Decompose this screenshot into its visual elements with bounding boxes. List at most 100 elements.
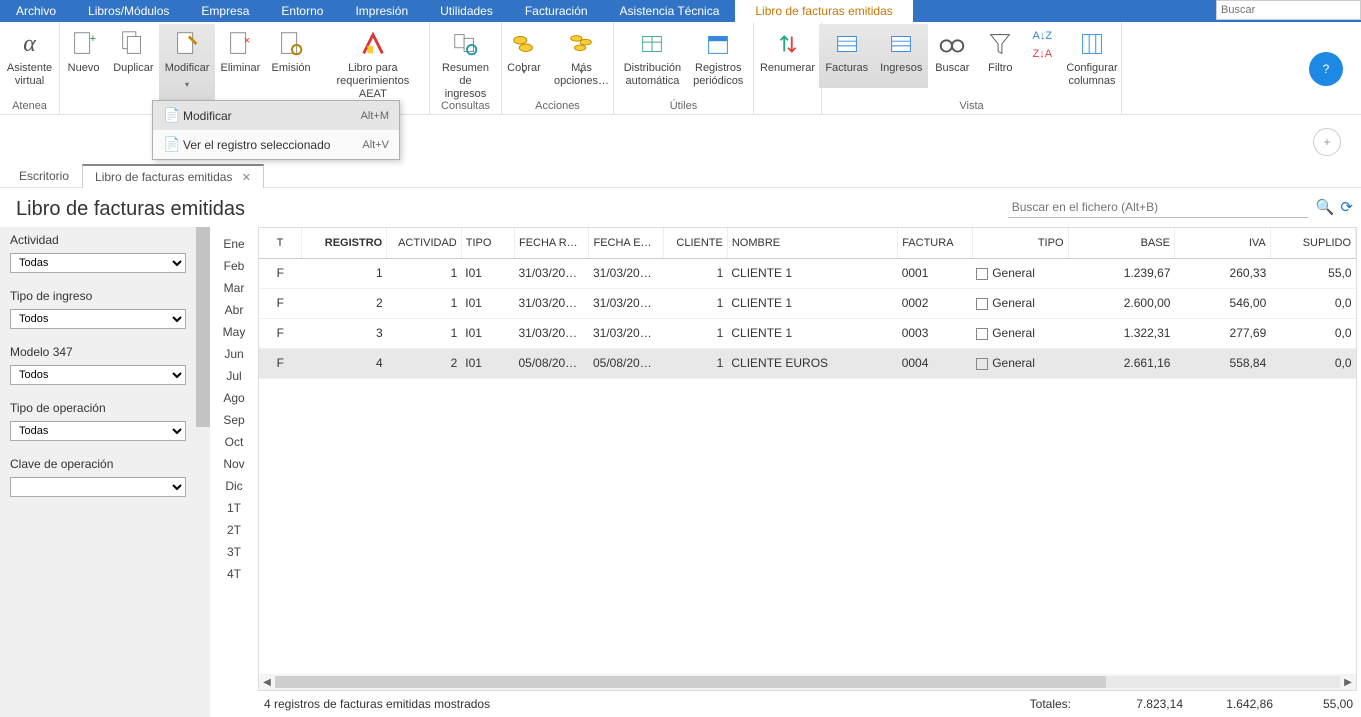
col-tipo2[interactable]: TIPO [972,228,1068,258]
cell-base: 2.661,16 [1068,348,1174,378]
add-button[interactable]: + [1313,128,1341,156]
main-area: T REGISTRO ACTIVIDAD TIPO FECHA R… FECHA… [258,227,1361,717]
table-row[interactable]: F31I0131/03/20…31/03/20…1CLIENTE 10003Ge… [259,318,1356,348]
menu-impresion[interactable]: Impresión [339,0,424,22]
quarter-4t[interactable]: 4T [227,567,241,581]
col-fecha-r[interactable]: FECHA R… [514,228,589,258]
status-text: 4 registros de facturas emitidas mostrad… [258,697,1030,711]
dropdown-ver-registro[interactable]: 📄 Ver el registro seleccionado Alt+V [153,130,399,159]
libro-requerimientos-button[interactable]: Libro para requerimientos AEAT [316,24,429,101]
ingresos-view-button[interactable]: Ingresos [874,24,928,88]
totals-label: Totales: [1030,697,1091,711]
filter-scrollbar[interactable] [196,227,210,427]
emision-button[interactable]: Emisión [266,24,316,101]
month-oct[interactable]: Oct [225,435,244,449]
search-in-file-row: 🔍 ⟳ [961,196,1361,224]
menu-libro-facturas-emitidas[interactable]: Libro de facturas emitidas [735,0,912,22]
table-row[interactable]: F11I0131/03/20…31/03/20…1CLIENTE 10001Ge… [259,258,1356,288]
checkbox-icon[interactable] [976,328,988,340]
scroll-right-icon[interactable]: ▶ [1340,677,1356,688]
col-tipo[interactable]: TIPO [461,228,514,258]
menu-empresa[interactable]: Empresa [185,0,265,22]
tab-escritorio[interactable]: Escritorio [6,164,82,187]
month-jul[interactable]: Jul [226,369,241,383]
asistente-virtual-button[interactable]: α Asistente virtual [1,24,58,88]
scroll-left-icon[interactable]: ◀ [259,677,275,688]
sort-az-button[interactable]: A↓Z Z↓A [1024,24,1060,88]
month-abr[interactable]: Abr [225,303,244,317]
close-icon[interactable]: ✕ [242,172,251,184]
col-base[interactable]: BASE [1068,228,1174,258]
tab-libro-facturas[interactable]: Libro de facturas emitidas ✕ [82,164,264,188]
filter-tipo-operacion-select[interactable]: Todas [10,421,186,441]
menu-entorno[interactable]: Entorno [265,0,339,22]
month-ago[interactable]: Ago [223,391,244,405]
quarter-3t[interactable]: 3T [227,545,241,559]
cobrar-button[interactable]: Cobrar ▾ [500,24,548,88]
filter-clave-operacion-select[interactable] [10,477,186,497]
aeat-icon [357,28,389,60]
month-nov[interactable]: Nov [223,457,244,471]
renumerar-button[interactable]: Renumerar [754,24,821,75]
month-feb[interactable]: Feb [224,259,245,273]
month-ene[interactable]: Ene [223,237,244,251]
distribucion-button[interactable]: Distribución automática [618,24,687,88]
filtro-button[interactable]: Filtro [976,24,1024,88]
col-nombre[interactable]: NOMBRE [727,228,897,258]
col-t[interactable]: T [259,228,302,258]
invoice-table: T REGISTRO ACTIVIDAD TIPO FECHA R… FECHA… [259,228,1356,379]
filter-actividad-select[interactable]: Todas [10,253,186,273]
quarter-1t[interactable]: 1T [227,501,241,515]
eliminar-button[interactable]: × Eliminar [215,24,266,101]
menu-archivo[interactable]: Archivo [0,0,72,22]
calendar-icon [702,28,734,60]
month-mar[interactable]: Mar [224,281,245,295]
configurar-columnas-button[interactable]: Configurar columnas [1060,24,1123,88]
scroll-thumb[interactable] [275,676,1106,688]
cell-base: 2.600,00 [1068,288,1174,318]
document-tabs: Escritorio Libro de facturas emitidas ✕ [0,163,1361,188]
resumen-ingresos-button[interactable]: Resumen de ingresos [434,24,497,101]
search-icon[interactable]: 🔍 [1316,198,1335,216]
month-may[interactable]: May [223,325,246,339]
menu-facturacion[interactable]: Facturación [509,0,604,22]
refresh-icon[interactable]: ⟳ [1340,198,1353,216]
nuevo-button[interactable]: + Nuevo [60,24,108,101]
menu-asistencia[interactable]: Asistencia Técnica [604,0,736,22]
facturas-view-button[interactable]: Facturas [819,24,874,88]
col-registro[interactable]: REGISTRO [302,228,387,258]
month-dic[interactable]: Dic [225,479,242,493]
col-cliente[interactable]: CLIENTE [664,228,728,258]
registros-periodicos-button[interactable]: Registros periódicos [687,24,749,88]
col-fecha-e[interactable]: FECHA E… [589,228,664,258]
checkbox-icon[interactable] [976,268,988,280]
filter-tipo-ingreso-select[interactable]: Todos [10,309,186,329]
checkbox-icon[interactable] [976,298,988,310]
buscar-button[interactable]: Buscar [928,24,976,88]
checkbox-icon[interactable] [976,358,988,370]
search-in-file-input[interactable] [1008,196,1308,218]
modificar-button[interactable]: Modificar ▾ [159,24,215,101]
quarter-2t[interactable]: 2T [227,523,241,537]
cell-iva: 558,84 [1174,348,1270,378]
table-row[interactable]: F42I0105/08/20…05/08/20…1CLIENTE EUROS00… [259,348,1356,378]
col-suplido[interactable]: SUPLIDO [1270,228,1355,258]
mas-opciones-button[interactable]: Más opciones… ▾ [548,24,615,88]
month-jun[interactable]: Jun [224,347,243,361]
col-actividad[interactable]: ACTIVIDAD [387,228,462,258]
help-button[interactable]: ? [1309,52,1343,86]
filter-modelo347-select[interactable]: Todos [10,365,186,385]
global-search-input[interactable] [1216,0,1361,20]
horizontal-scrollbar[interactable]: ◀ ▶ [259,674,1356,690]
col-iva[interactable]: IVA [1174,228,1270,258]
month-sep[interactable]: Sep [223,413,244,427]
duplicar-button[interactable]: Duplicar [108,24,160,101]
col-factura[interactable]: FACTURA [898,228,973,258]
menu-libros[interactable]: Libros/Módulos [72,0,185,22]
dropdown-modificar[interactable]: 📄 Modificar Alt+M [153,101,399,130]
menu-utilidades[interactable]: Utilidades [424,0,509,22]
total-iva: 1.642,86 [1191,697,1281,711]
cell-fecha-r: 31/03/20… [514,288,589,318]
cell-tipo: I01 [461,288,514,318]
table-row[interactable]: F21I0131/03/20…31/03/20…1CLIENTE 10002Ge… [259,288,1356,318]
